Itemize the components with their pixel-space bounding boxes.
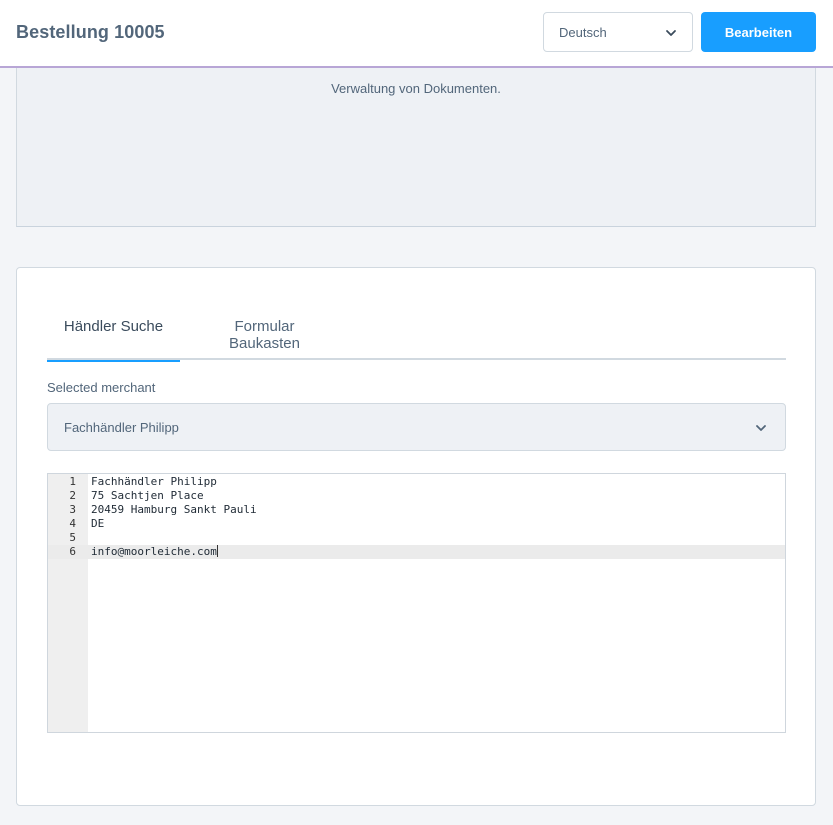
documents-description: Verwaltung von Dokumenten.: [331, 81, 501, 96]
edit-button[interactable]: Bearbeiten: [701, 12, 816, 52]
line-number: 6: [69, 545, 76, 558]
merchant-select[interactable]: Fachhändler Philipp: [47, 403, 786, 451]
line-number: 2: [69, 489, 76, 502]
line-number: 3: [69, 503, 76, 516]
line-text: 20459 Hamburg Sankt Pauli: [91, 503, 257, 516]
merchant-select-value: Fachhändler Philipp: [64, 420, 179, 435]
line-number: 4: [69, 517, 76, 530]
merchant-card: Händler Suche Formular Baukasten Selecte…: [16, 267, 816, 806]
tab-bar: Händler Suche Formular Baukasten: [47, 298, 786, 362]
language-select[interactable]: Deutsch: [543, 12, 693, 52]
chevron-down-icon: [666, 30, 676, 36]
top-bar: Bestellung 10005 Deutsch Bearbeiten: [0, 0, 833, 68]
documents-card: Verwaltung von Dokumenten.: [16, 68, 816, 227]
language-select-value: Deutsch: [559, 25, 607, 40]
line-text: DE: [91, 517, 105, 530]
line-number: 1: [69, 475, 76, 488]
selected-merchant-label: Selected merchant: [47, 380, 156, 395]
tab-haendler-suche[interactable]: Händler Suche: [47, 298, 180, 362]
editor-line[interactable]: 2 75 Sachtjen Place: [48, 489, 785, 503]
editor-line-active[interactable]: 6 info@moorleiche.com: [48, 545, 785, 559]
line-text: 75 Sachtjen Place: [91, 489, 204, 502]
chevron-down-icon: [756, 425, 766, 431]
text-cursor: [216, 545, 218, 557]
editor-line[interactable]: 5: [48, 531, 785, 545]
line-text: info@moorleiche.com: [91, 545, 217, 558]
tab-formular-baukasten[interactable]: Formular Baukasten: [197, 298, 332, 360]
editor-line[interactable]: 4 DE: [48, 517, 785, 531]
editor-line[interactable]: 3 20459 Hamburg Sankt Pauli: [48, 503, 785, 517]
page-title: Bestellung 10005: [16, 22, 165, 42]
line-number: 5: [69, 531, 76, 544]
code-editor[interactable]: 1 Fachhändler Philipp 2 75 Sachtjen Plac…: [47, 473, 786, 733]
line-text-wrapper: info@moorleiche.com: [91, 545, 218, 559]
line-text: Fachhändler Philipp: [91, 475, 217, 488]
editor-line[interactable]: 1 Fachhändler Philipp: [48, 475, 785, 489]
